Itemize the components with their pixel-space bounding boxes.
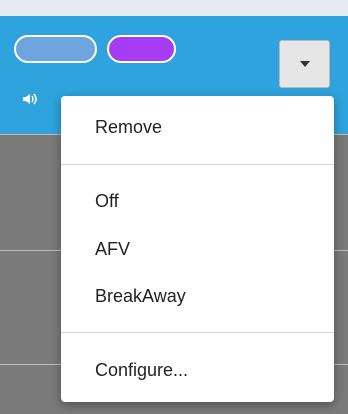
menu-item-breakaway[interactable]: BreakAway — [95, 285, 186, 307]
top-strip — [0, 0, 348, 16]
menu-separator — [61, 164, 334, 165]
blue-pill-button[interactable] — [14, 35, 97, 63]
menu-item-off[interactable]: Off — [95, 190, 119, 212]
caret-down-icon — [299, 61, 310, 67]
menu-item-remove[interactable]: Remove — [95, 116, 162, 138]
menu-item-configure[interactable]: Configure... — [95, 359, 188, 381]
menu-separator — [61, 332, 334, 333]
purple-pill-button[interactable] — [107, 35, 176, 63]
menu-item-afv[interactable]: AFV — [95, 238, 130, 260]
speaker-icon — [23, 93, 37, 105]
dropdown-toggle-button[interactable] — [279, 40, 330, 88]
context-menu: Remove Off AFV BreakAway Configure... — [61, 96, 334, 402]
